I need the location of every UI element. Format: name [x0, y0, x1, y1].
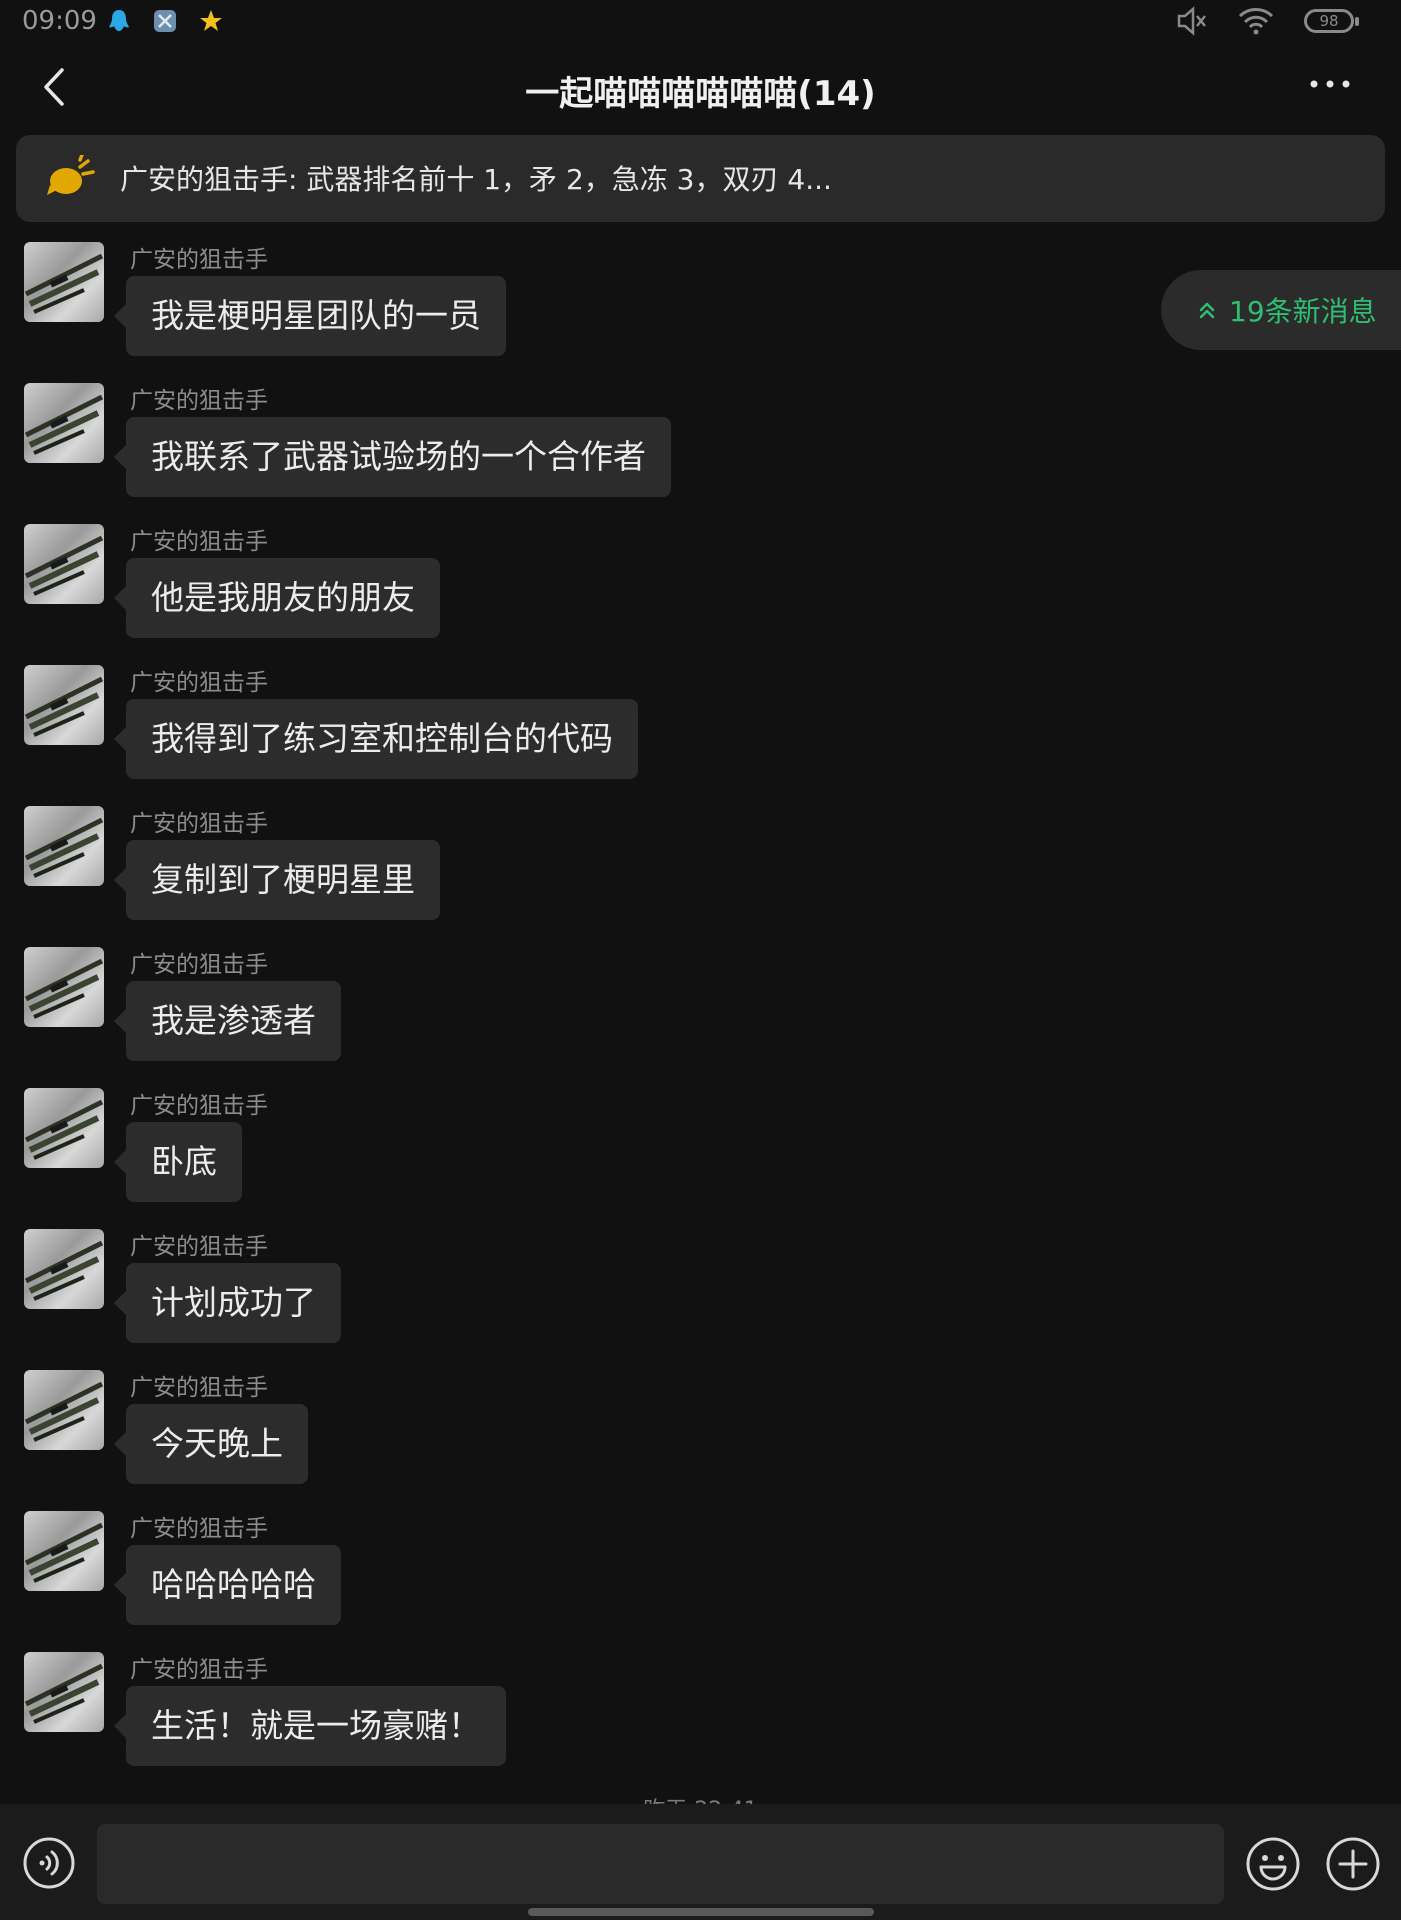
message-input[interactable] — [97, 1824, 1224, 1904]
wifi-icon — [1238, 8, 1274, 35]
message-row: 广安的狙击手卧底 — [0, 1086, 1401, 1227]
message-row: 广安的狙击手他是我朋友的朋友 — [0, 522, 1401, 663]
message-bubble[interactable]: 复制到了梗明星里 — [114, 840, 440, 920]
sender-name: 广安的狙击手 — [130, 670, 268, 696]
avatar[interactable] — [24, 1652, 104, 1732]
avatar[interactable] — [24, 1370, 104, 1450]
message-row: 广安的狙击手计划成功了 — [0, 1227, 1401, 1368]
avatar[interactable] — [24, 1511, 104, 1591]
message-row: 广安的狙击手我是渗透者 — [0, 945, 1401, 1086]
mute-icon — [1177, 6, 1206, 36]
home-indicator — [528, 1908, 874, 1916]
message-row: 广安的狙击手我联系了武器试验场的一个合作者 — [0, 381, 1401, 522]
chat-header: 一起喵喵喵喵喵喵(14) — [0, 44, 1401, 130]
avatar[interactable] — [24, 1088, 104, 1168]
message-list[interactable]: 广安的狙击手 我是梗明星团队的一员 广安的狙击手 我联系了武器试验场的一个合作者 广安的… — [0, 222, 1401, 1804]
qq-icon — [109, 10, 129, 31]
more-options-button[interactable] — [1306, 64, 1354, 104]
avatar[interactable] — [24, 665, 104, 745]
message-bubble[interactable]: 卧底 — [114, 1122, 242, 1202]
sender-name: 广安的狙击手 — [130, 811, 268, 837]
sender-name: 广安的狙击手 — [130, 247, 268, 273]
message-bubble[interactable]: 我是渗透者 — [114, 981, 341, 1061]
message-row: 广安的狙击手复制到了梗明星里 — [0, 804, 1401, 945]
message-bubble[interactable]: 今天晚上 — [114, 1404, 308, 1484]
status-time: 09:09 — [22, 6, 97, 36]
megaphone-icon — [47, 155, 95, 195]
star-icon — [200, 10, 222, 31]
message-bubble[interactable]: 他是我朋友的朋友 — [114, 558, 440, 638]
input-bar — [0, 1804, 1401, 1920]
message-bubble[interactable]: 我是梗明星团队的一员 — [114, 276, 506, 356]
message-row: 广安的狙击手我得到了练习室和控制台的代码 — [0, 663, 1401, 804]
sender-name: 广安的狙击手 — [130, 1234, 268, 1260]
message-bubble[interactable]: 我得到了练习室和控制台的代码 — [114, 699, 638, 779]
message-bubble[interactable]: 哈哈哈哈哈 — [114, 1545, 341, 1625]
avatar[interactable] — [24, 806, 104, 886]
message-row: 广安的狙击手哈哈哈哈哈 — [0, 1509, 1401, 1650]
message-row: 广安的狙击手今天晚上 — [0, 1368, 1401, 1509]
emoji-button[interactable] — [1245, 1836, 1301, 1892]
sender-name: 广安的狙击手 — [130, 1093, 268, 1119]
avatar[interactable] — [24, 383, 104, 463]
sender-name: 广安的狙击手 — [130, 952, 268, 978]
double-chevron-up-icon — [1199, 302, 1215, 319]
avatar[interactable] — [24, 524, 104, 604]
status-bar: 09:09 98 — [0, 0, 1401, 44]
new-messages-button[interactable]: 19条新消息 — [1161, 270, 1401, 350]
message-bubble[interactable]: 生活！就是一场豪赌！ — [114, 1686, 506, 1766]
sender-name: 广安的狙击手 — [130, 388, 268, 414]
time-divider: 昨天 22:41 — [0, 1792, 1401, 1804]
battery-level: 98 — [1319, 12, 1339, 30]
avatar[interactable] — [24, 242, 104, 322]
avatar[interactable] — [24, 1229, 104, 1309]
sender-name: 广安的狙击手 — [130, 1375, 268, 1401]
group-announcement[interactable]: 广安的狙击手: 武器排名前十 1，矛 2，急冻 3，双刃 4... — [16, 135, 1385, 222]
new-messages-label: 19条新消息 — [1229, 295, 1377, 328]
announcement-text: 广安的狙击手: 武器排名前十 1，矛 2，急冻 3，双刃 4... — [120, 163, 832, 196]
message-row: 广安的狙击手生活！就是一场豪赌！ — [0, 1650, 1401, 1791]
battery-indicator: 98 — [1304, 9, 1359, 33]
plus-button[interactable] — [1325, 1836, 1381, 1892]
voice-button[interactable] — [22, 1836, 76, 1890]
chat-title: 一起喵喵喵喵喵喵(14) — [525, 74, 876, 114]
sender-name: 广安的狙击手 — [130, 1516, 268, 1542]
sender-name: 广安的狙击手 — [130, 1657, 268, 1683]
app-icon — [154, 10, 176, 32]
avatar[interactable] — [24, 947, 104, 1027]
message-bubble[interactable]: 计划成功了 — [114, 1263, 341, 1343]
message-bubble[interactable]: 我联系了武器试验场的一个合作者 — [114, 417, 671, 497]
sender-name: 广安的狙击手 — [130, 529, 268, 555]
